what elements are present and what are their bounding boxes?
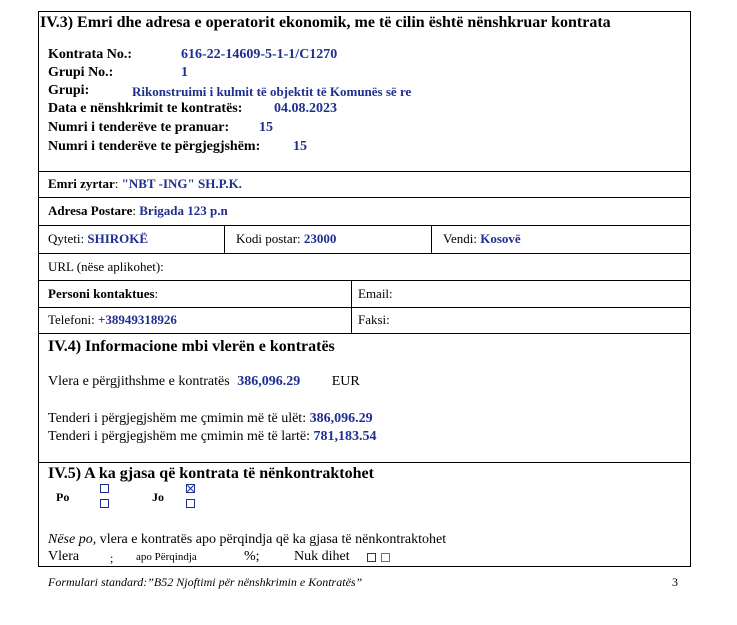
contract-no-label: Kontrata No.: (48, 47, 132, 62)
official-name-value: "NBT -ING" SH.P.K. (121, 176, 242, 191)
phone-value: +38949318926 (98, 312, 177, 327)
official-name-row: Emri zyrtar: "NBT -ING" SH.P.K. (48, 176, 242, 191)
country-label: Vendi: (443, 231, 477, 246)
country-cell: Vendi: Kosovë (443, 232, 521, 245)
total-value-row: Vlera e përgjithshme e kontratës 386,096… (48, 375, 360, 389)
unknown-label: Nuk dihet (294, 549, 350, 564)
percent-label: apo Përqindja (136, 551, 197, 563)
divider (38, 307, 691, 308)
total-value-label: Vlera e përgjithshme e kontratës (48, 374, 230, 389)
postal-address-row: Adresa Postare: Brigada 123 p.n (48, 203, 228, 218)
url-label: URL (nëse aplikohet): (48, 259, 164, 274)
signing-date-value: 04.08.2023 (274, 101, 337, 116)
tenders-received-value: 15 (259, 120, 273, 135)
tenders-responsive-value: 15 (293, 139, 307, 154)
divider (38, 333, 691, 334)
lowest-value: 386,096.29 (309, 411, 373, 426)
no-label: Jo (152, 490, 164, 504)
group-no-label: Grupi No.: (48, 65, 114, 80)
if-yes-text: vlera e kontratës apo përqindja që ka gj… (99, 532, 447, 547)
divider (38, 171, 691, 172)
divider (38, 225, 691, 226)
postal-code-value: 23000 (303, 231, 337, 246)
highest-value: 781,183.54 (313, 429, 377, 444)
divider (38, 253, 691, 254)
no-checkbox-alt[interactable] (186, 499, 195, 508)
percent-sign: %; (244, 549, 260, 564)
official-name-label: Emri zyrtar (48, 176, 115, 191)
phone-row: Telefoni: +38949318926 (48, 313, 177, 326)
unknown-checkbox[interactable] (367, 553, 376, 562)
highest-row: Tenderi i përgjegjshëm me çmimin më të l… (48, 430, 376, 444)
lowest-row: Tenderi i përgjegjshëm me çmimin më të u… (48, 412, 373, 426)
group-value: Rikonstruimi i kulmit të objektit të Kom… (132, 84, 412, 99)
postal-code-label: Kodi postar: (236, 231, 301, 246)
postal-address-value: Brigada 123 p.n (139, 203, 228, 218)
no-checkbox-checked[interactable] (186, 484, 195, 493)
email-label: Email: (358, 286, 393, 301)
yes-checkbox[interactable] (100, 484, 109, 493)
country-value: Kosovë (480, 231, 521, 246)
contact-person-row: Personi kontaktues: (48, 286, 159, 301)
divider (38, 462, 691, 463)
value-label: Vlera (48, 549, 80, 564)
city-cell: Qyteti: SHIROKË (48, 232, 148, 245)
contract-no-value: 616-22-14609-5-1-1/C1270 (181, 47, 338, 62)
currency: EUR (331, 374, 360, 389)
divider (224, 225, 225, 253)
divider (38, 197, 691, 198)
divider (38, 280, 691, 281)
unknown-checkbox-alt[interactable] (381, 553, 390, 562)
yes-checkbox-alt[interactable] (100, 499, 109, 508)
total-value: 386,096.29 (237, 374, 301, 389)
footer-form-name: Formulari standard:”B52 Njoftimi për nën… (48, 575, 363, 589)
footer-page-number: 3 (672, 575, 678, 589)
if-yes-italic: Nëse po, (48, 532, 97, 547)
yes-label: Po (56, 490, 70, 504)
group-label: Grupi: (48, 83, 90, 98)
postal-code-cell: Kodi postar: 23000 (236, 232, 336, 245)
contact-person-label: Personi kontaktues (48, 286, 155, 301)
highest-label: Tenderi i përgjegjshëm me çmimin më të l… (48, 429, 310, 444)
divider (351, 280, 352, 333)
value-semicolon: ; (110, 551, 114, 565)
group-no-value: 1 (181, 65, 188, 80)
divider (431, 225, 432, 253)
city-value: SHIROKË (87, 231, 149, 246)
tenders-responsive-label: Numri i tenderëve te përgjegjshëm: (48, 139, 261, 154)
section-iv4-title: IV.4) Informacione mbi vlerën e kontratë… (48, 338, 335, 355)
section-iv3-title: IV.3) Emri dhe adresa e operatorit ekono… (40, 14, 611, 31)
postal-address-label: Adresa Postare (48, 203, 133, 218)
lowest-label: Tenderi i përgjegjshëm me çmimin më të u… (48, 411, 307, 426)
tenders-received-label: Numri i tenderëve te pranuar: (48, 120, 230, 135)
signing-date-label: Data e nënshkrimit te kontratës: (48, 101, 243, 116)
city-label: Qyteti: (48, 231, 85, 246)
if-yes-row: Nëse po, vlera e kontratës apo përqindja… (48, 533, 446, 547)
section-iv5-title: IV.5) A ka gjasa që kontrata të nënkontr… (48, 465, 374, 482)
fax-label: Faksi: (358, 312, 390, 327)
phone-label: Telefoni: (48, 312, 95, 327)
